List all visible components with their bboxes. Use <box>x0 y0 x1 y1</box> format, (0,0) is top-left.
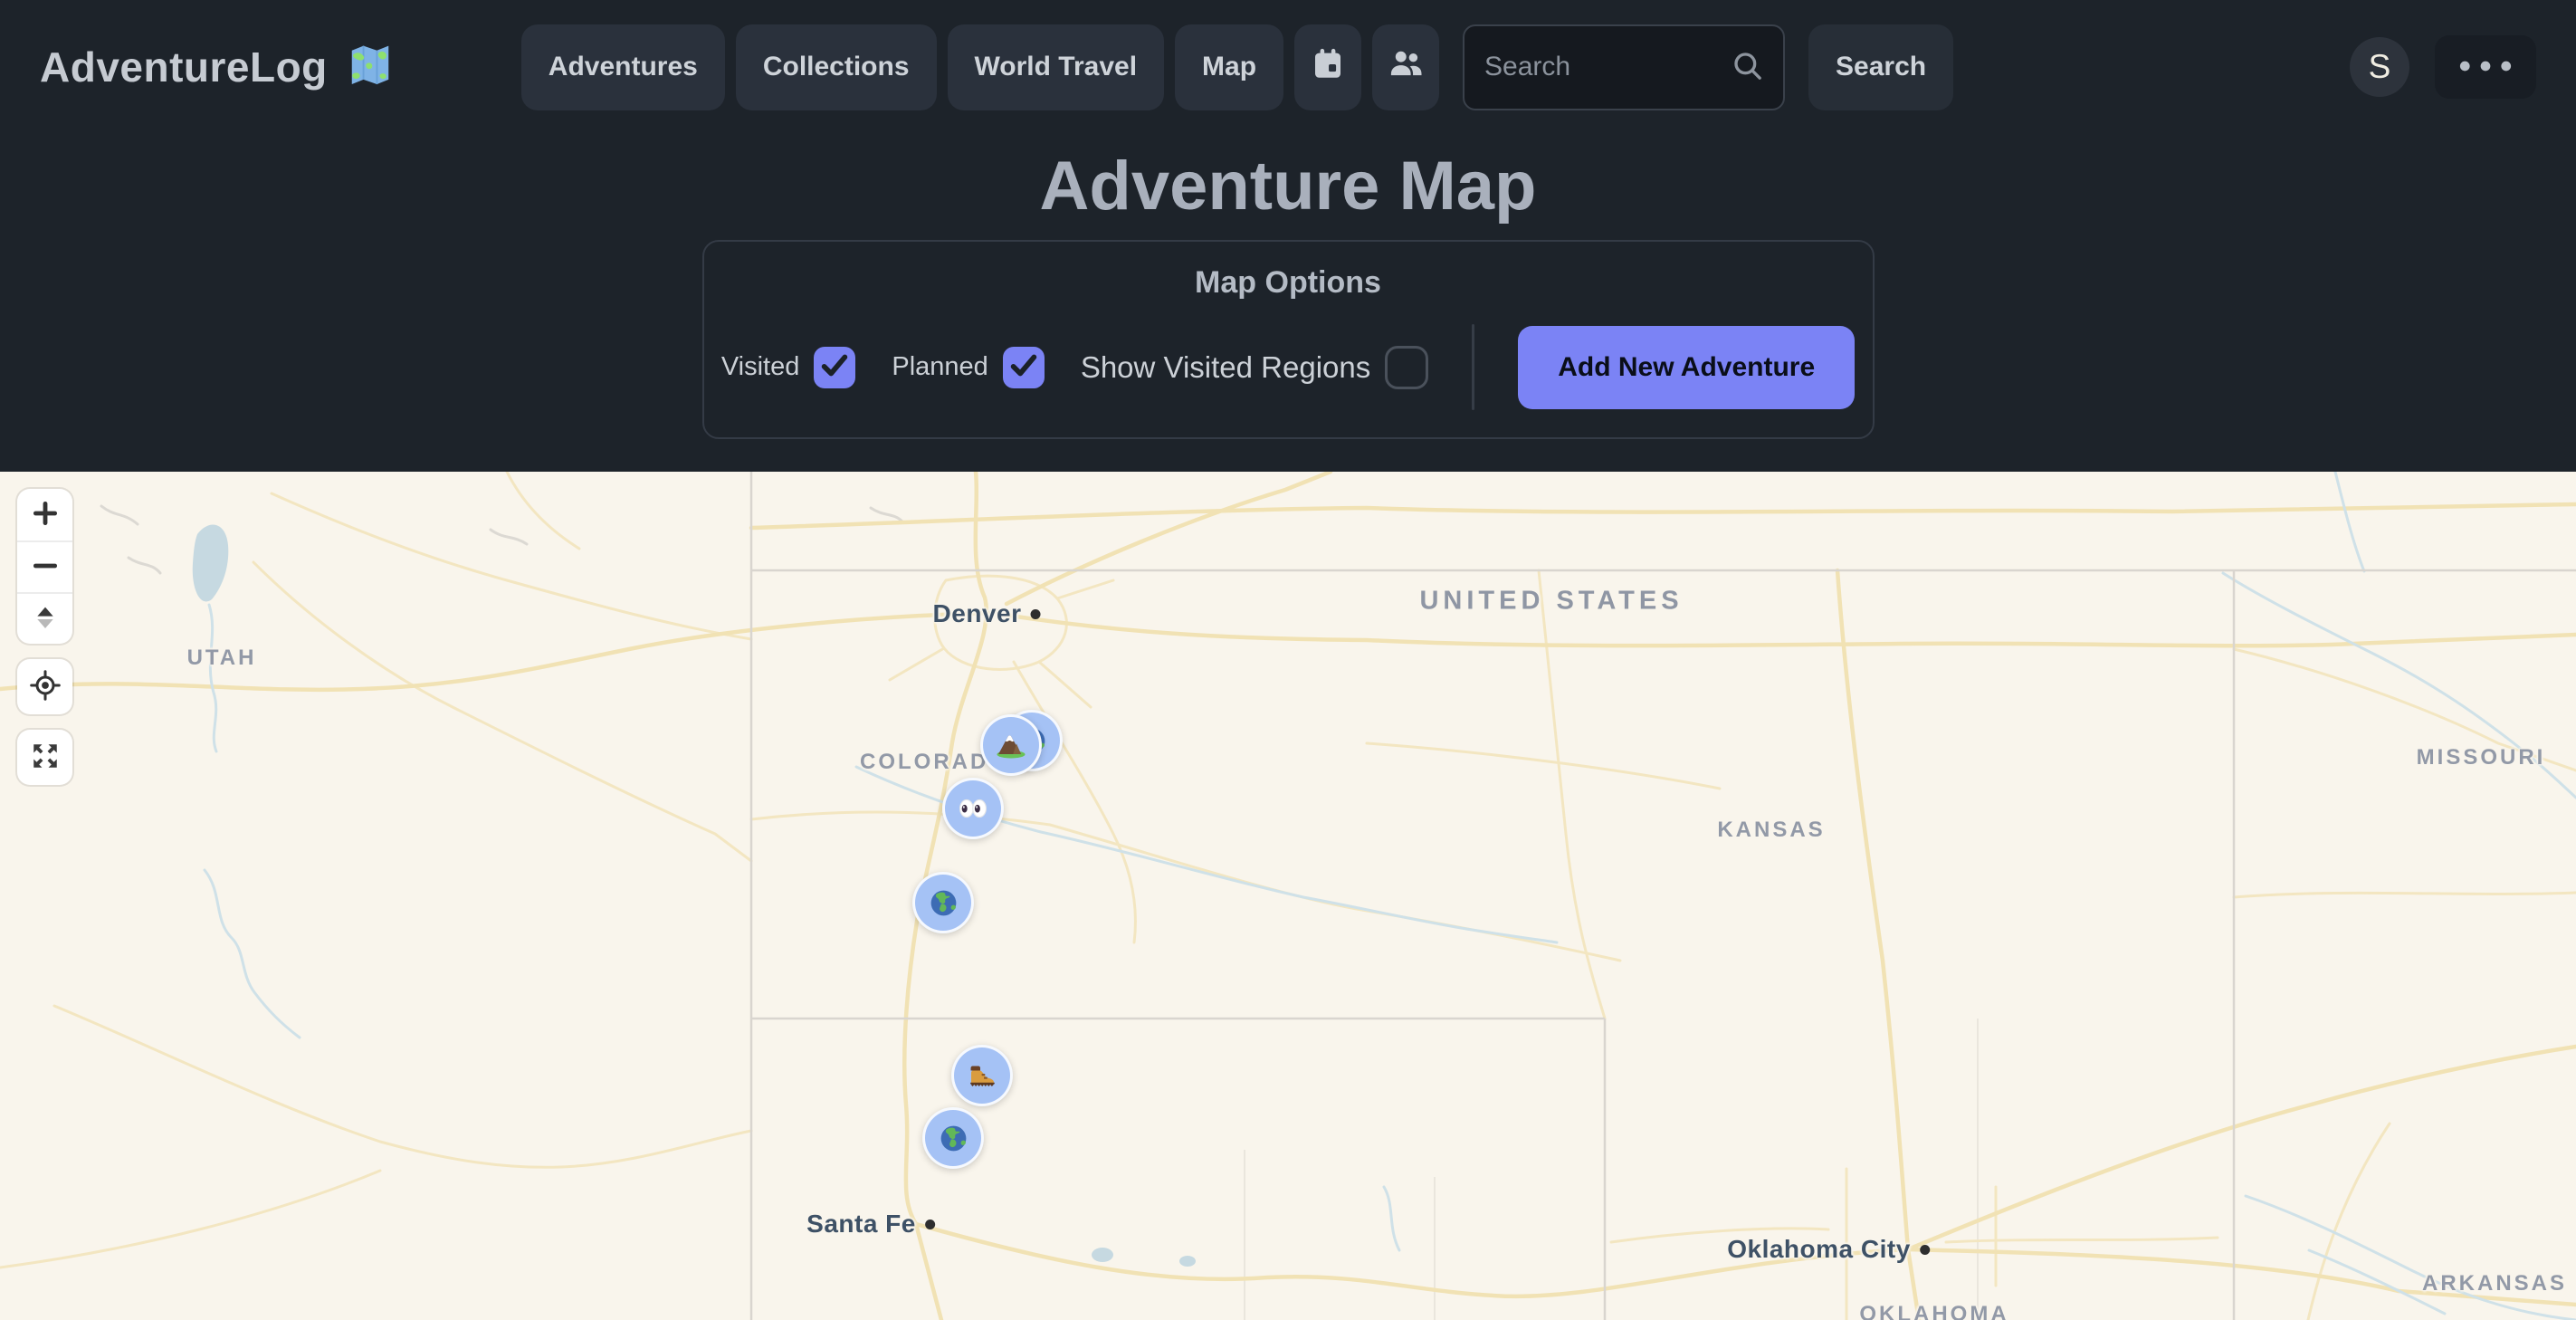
nav-link-map[interactable]: Map <box>1175 24 1283 110</box>
globe-marker[interactable] <box>912 872 974 933</box>
toggle-label: Planned <box>892 352 987 382</box>
eyes-emoji <box>955 790 991 827</box>
geolocate-button[interactable] <box>17 659 72 714</box>
checkbox[interactable] <box>814 347 855 388</box>
toggle-show-visited-regions[interactable]: Show Visited Regions <box>1081 346 1428 389</box>
map-canvas[interactable]: Denver Santa Fe Oklahoma City UTAHCOLORA… <box>0 472 2576 1320</box>
toggle-visited[interactable]: Visited <box>721 347 856 388</box>
search-button[interactable]: Search <box>1808 24 1953 110</box>
geolocate-icon <box>29 669 62 704</box>
nav-right: S <box>2350 35 2536 99</box>
logo-text: AdventureLog <box>40 43 328 91</box>
checkbox[interactable] <box>1003 347 1045 388</box>
state-label-kansas: KANSAS <box>1717 818 1825 843</box>
check-icon <box>817 348 852 387</box>
city-label-denver: Denver <box>933 599 1041 628</box>
map-options-card: Map Options Visited Planned Show Visited… <box>702 240 1875 439</box>
map-options-row: Visited Planned Show Visited Regions Add… <box>704 324 1873 410</box>
search-icon <box>1729 47 1765 88</box>
header: AdventureLog AdventuresCollectionsWorld … <box>0 0 2576 439</box>
ellipsis-icon <box>2457 59 2514 76</box>
users-icon <box>1387 44 1425 90</box>
minus-icon <box>30 550 61 584</box>
boot-marker[interactable] <box>951 1045 1013 1106</box>
nav-group: AdventuresCollectionsWorld TravelMap Sea… <box>521 24 1953 110</box>
globe-emoji <box>927 886 960 920</box>
state-label-oklahoma: OKLAHOMA <box>1859 1302 2008 1320</box>
fullscreen-button[interactable] <box>17 730 72 785</box>
more-menu-button[interactable] <box>2435 35 2536 99</box>
pitch-toggle-button[interactable] <box>17 592 72 644</box>
navbar: AdventureLog AdventuresCollectionsWorld … <box>0 0 2576 134</box>
mountain-marker[interactable] <box>980 714 1042 776</box>
map-options-title: Map Options <box>704 265 1873 301</box>
state-label-utah: UTAH <box>187 646 257 671</box>
nav-link-adventures[interactable]: Adventures <box>521 24 725 110</box>
zoom-control-group <box>17 489 72 644</box>
search-input[interactable] <box>1483 51 1729 83</box>
page-title: Adventure Map <box>0 147 2576 225</box>
calendar-button[interactable] <box>1294 24 1361 110</box>
toggle-label: Visited <box>721 352 800 382</box>
country-label-united-states: UNITED STATES <box>1419 587 1683 617</box>
logo[interactable]: AdventureLog <box>40 41 395 94</box>
fullscreen-icon <box>30 741 61 774</box>
city-label-santa-fe: Santa Fe <box>806 1210 935 1239</box>
check-icon <box>1007 348 1041 387</box>
globe-marker[interactable] <box>922 1107 984 1169</box>
toggle-label: Show Visited Regions <box>1081 350 1370 385</box>
calendar-icon <box>1309 44 1347 90</box>
zoom-out-button[interactable] <box>17 540 72 592</box>
avatar[interactable]: S <box>2350 37 2409 97</box>
boot-emoji <box>964 1057 1000 1094</box>
toggle-planned[interactable]: Planned <box>892 347 1044 388</box>
add-new-adventure-button[interactable]: Add New Adventure <box>1518 326 1855 409</box>
options-divider <box>1472 324 1474 410</box>
eyes-marker[interactable] <box>942 778 1004 839</box>
checkbox[interactable] <box>1385 346 1428 389</box>
plus-icon <box>30 498 61 531</box>
city-dot <box>1920 1245 1930 1255</box>
world-map-icon <box>346 41 395 94</box>
adventurelog-app: AdventureLog AdventuresCollectionsWorld … <box>0 0 2576 1320</box>
map-tiles <box>0 472 2576 1320</box>
map-controls <box>17 489 72 785</box>
globe-emoji <box>937 1122 970 1155</box>
state-label-arkansas: ARKANSAS <box>2422 1271 2567 1296</box>
city-dot <box>925 1220 935 1229</box>
city-label-oklahoma-city: Oklahoma City <box>1727 1235 1930 1264</box>
city-dot <box>1030 609 1040 619</box>
nav-link-collections[interactable]: Collections <box>736 24 937 110</box>
pitch-icon <box>31 603 60 635</box>
zoom-in-button[interactable] <box>17 489 72 540</box>
nav-link-world-travel[interactable]: World Travel <box>948 24 1165 110</box>
state-label-missouri: MISSOURI <box>2417 745 2546 770</box>
mountain-emoji <box>993 727 1029 763</box>
users-button[interactable] <box>1372 24 1439 110</box>
search-box[interactable] <box>1463 24 1785 110</box>
